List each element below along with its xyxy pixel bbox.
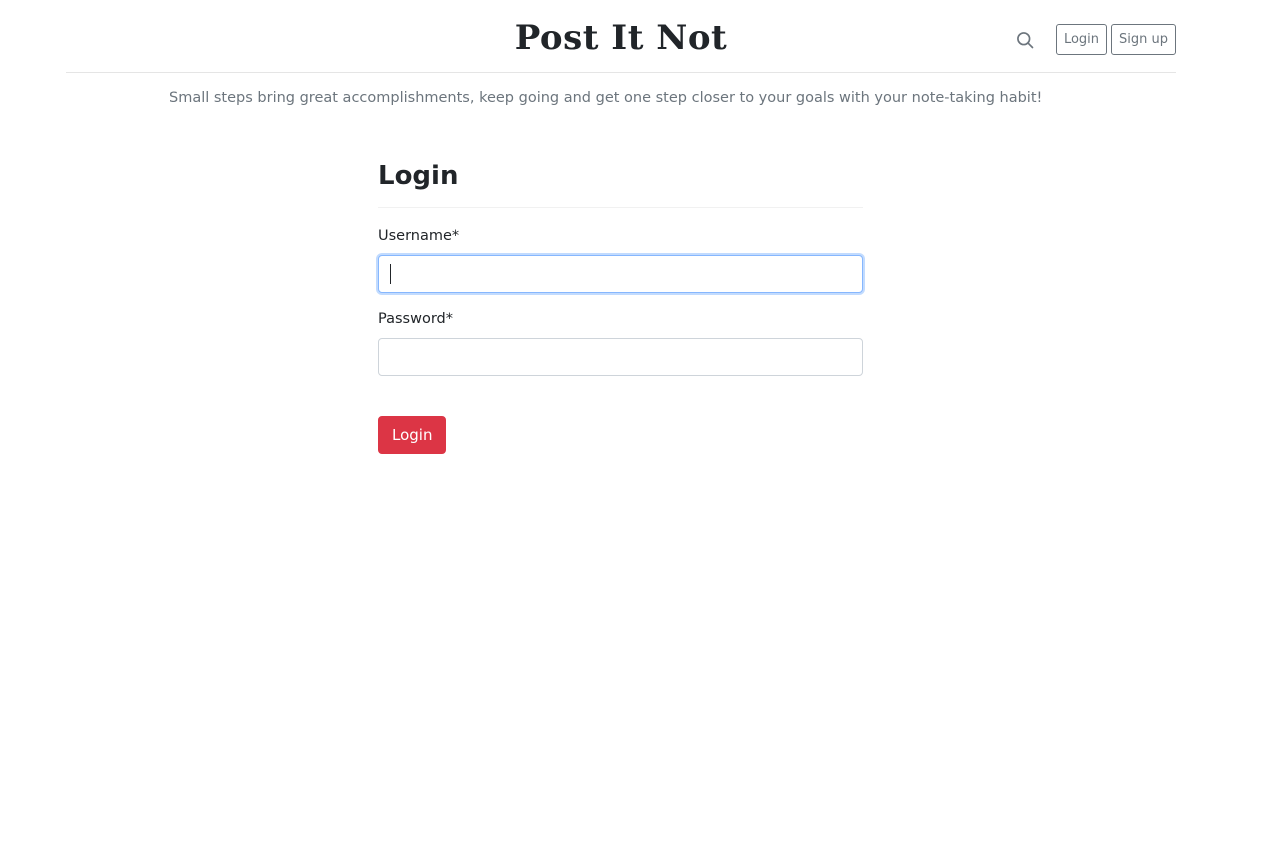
login-submit-button[interactable]: Login <box>378 416 447 454</box>
username-input[interactable] <box>378 255 863 293</box>
header-login-button[interactable]: Login <box>1055 24 1108 55</box>
text-caret <box>390 264 391 284</box>
username-field-wrapper <box>378 255 863 293</box>
page: Post It Not Login Sign up Small steps br… <box>0 0 1274 868</box>
login-heading: Login <box>378 161 459 191</box>
login-form: Login Username* Password* Login <box>378 155 863 454</box>
header-tools: Login Sign up <box>1014 24 1176 55</box>
header-signup-button[interactable]: Sign up <box>1111 24 1176 55</box>
password-input[interactable] <box>378 338 863 376</box>
search-icon[interactable] <box>1014 29 1036 51</box>
site-title[interactable]: Post It Not <box>66 14 1176 62</box>
password-label: Password* <box>378 311 453 327</box>
username-label: Username* <box>378 228 460 244</box>
tagline: Small steps bring great accomplishments,… <box>169 90 1043 106</box>
heading-divider <box>378 207 863 208</box>
site-header: Post It Not Login Sign up <box>66 0 1176 73</box>
